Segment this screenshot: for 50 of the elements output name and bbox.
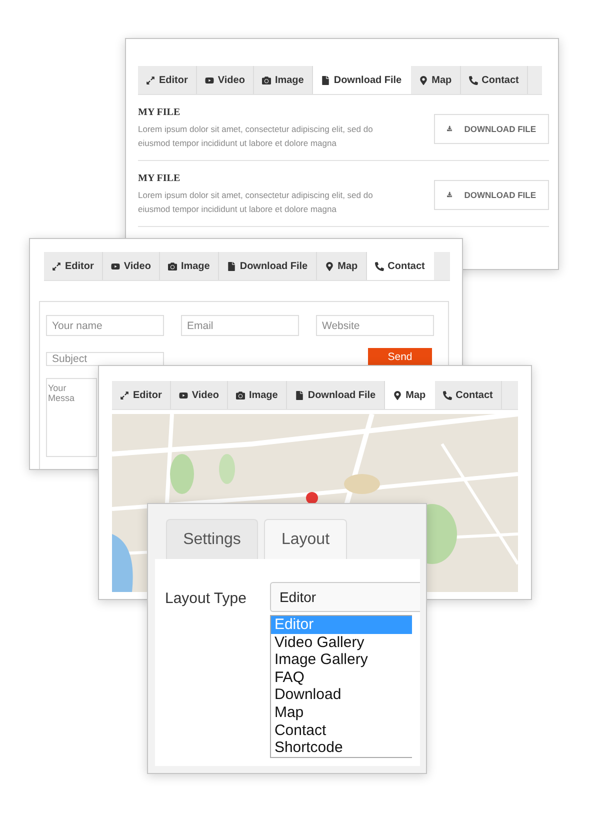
camera-icon bbox=[168, 262, 177, 270]
input-field[interactable]: Website bbox=[316, 315, 434, 336]
message-field[interactable]: Your Messa bbox=[46, 378, 97, 457]
file-description: Lorem ipsum dolor sit amet, consectetur adipiscing elit, sed do eiusmod tempor incididunt ut labore et dolore magna bbox=[138, 123, 374, 150]
expand-icon bbox=[120, 390, 129, 400]
list-option[interactable]: Map bbox=[271, 704, 412, 722]
file-title: MY FILE bbox=[138, 107, 182, 118]
file-icon bbox=[226, 262, 236, 270]
phone-icon bbox=[374, 262, 384, 270]
list-option[interactable]: Image Gallery bbox=[271, 651, 412, 669]
field-label: Layout Type bbox=[165, 590, 246, 609]
camera-icon bbox=[236, 390, 245, 400]
list-option[interactable]: Contact bbox=[271, 722, 412, 740]
tab[interactable]: Map bbox=[316, 252, 367, 280]
download-button[interactable]: DOWNLOAD FILE bbox=[434, 114, 549, 144]
tab[interactable]: Layout bbox=[264, 519, 347, 559]
camera-icon bbox=[262, 76, 271, 84]
input-field[interactable]: Email bbox=[181, 315, 299, 336]
tab[interactable]: Settings bbox=[166, 519, 258, 559]
expand-icon bbox=[52, 262, 61, 270]
phone-icon bbox=[442, 390, 452, 400]
map-pin-icon bbox=[418, 76, 428, 84]
play-icon bbox=[204, 76, 214, 84]
input-field[interactable]: Your name bbox=[46, 315, 164, 336]
tab[interactable]: Contact bbox=[460, 66, 528, 94]
send-button[interactable]: Send bbox=[368, 348, 432, 366]
file-title: MY FILE bbox=[138, 173, 182, 184]
tab[interactable]: Contact bbox=[434, 381, 502, 409]
download-button[interactable]: DOWNLOAD FILE bbox=[434, 180, 549, 210]
play-icon bbox=[110, 262, 120, 270]
file-description: Lorem ipsum dolor sit amet, consectetur adipiscing elit, sed do eiusmod tempor incididunt ut labore et dolore magna bbox=[138, 189, 374, 216]
expand-icon bbox=[146, 76, 155, 84]
tab[interactable]: Map bbox=[410, 66, 461, 94]
subject-field[interactable]: Subject bbox=[46, 352, 164, 366]
file-icon bbox=[294, 390, 304, 400]
tab[interactable]: Map bbox=[384, 381, 435, 409]
list-option[interactable]: Video Gallery bbox=[271, 634, 412, 652]
phone-icon bbox=[468, 76, 478, 84]
map-pin-icon bbox=[324, 262, 334, 270]
download-icon bbox=[447, 124, 452, 133]
layout-select[interactable]: Editor bbox=[270, 582, 420, 612]
list-option[interactable]: FAQ bbox=[271, 668, 412, 686]
download-icon bbox=[447, 190, 452, 199]
list-option[interactable]: Shortcode bbox=[271, 739, 412, 757]
map-pin-icon bbox=[392, 390, 402, 400]
tab[interactable]: Contact bbox=[366, 252, 434, 280]
play-icon bbox=[178, 390, 188, 400]
file-icon bbox=[320, 76, 330, 84]
list-option[interactable]: Download bbox=[271, 686, 412, 704]
tab[interactable]: Download File bbox=[312, 66, 411, 94]
